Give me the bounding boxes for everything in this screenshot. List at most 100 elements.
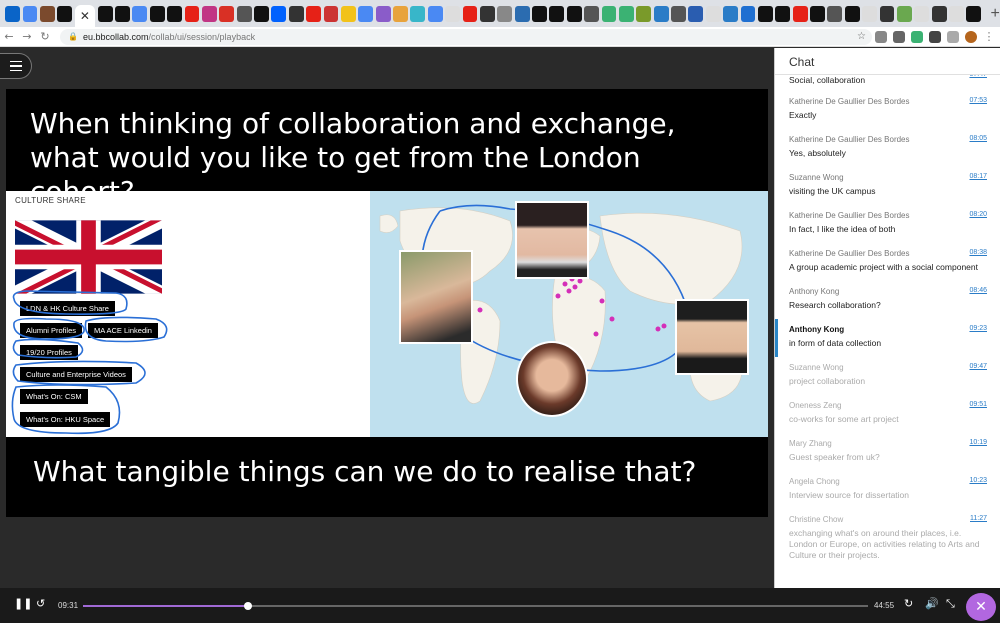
progress-handle[interactable]: [243, 602, 252, 610]
chat-timestamp-link[interactable]: 11:27: [970, 515, 987, 522]
videos-button[interactable]: Culture and Enterprise Videos: [20, 367, 132, 382]
app-icon[interactable]: [288, 5, 304, 22]
app-icon[interactable]: [775, 5, 791, 22]
google-icon[interactable]: [705, 5, 721, 22]
app-icon[interactable]: [566, 5, 582, 22]
app-icon[interactable]: [931, 5, 947, 22]
app-icon[interactable]: [584, 5, 599, 22]
app-icon[interactable]: [844, 5, 860, 22]
forward-icon[interactable]: ↻: [904, 597, 913, 610]
app-icon[interactable]: [879, 5, 895, 22]
whats-on-hku-button[interactable]: What's On: HKU Space: [20, 412, 111, 427]
app-icon[interactable]: [410, 5, 426, 22]
extension-icon[interactable]: [911, 30, 923, 43]
google-icon[interactable]: [445, 5, 460, 22]
forward-icon[interactable]: →: [18, 30, 36, 43]
alumni-profiles-button[interactable]: Alumni Profiles: [20, 323, 83, 338]
app-icon[interactable]: [618, 5, 634, 22]
app-icon[interactable]: [375, 5, 391, 22]
chat-timestamp-link[interactable]: 09:51: [969, 401, 987, 408]
address-bar[interactable]: 🔒 eu.bbcollab.com/collab/ui/session/play…: [60, 28, 872, 45]
app-icon[interactable]: [40, 5, 55, 22]
app-icon[interactable]: [740, 5, 756, 22]
app-icon[interactable]: [167, 5, 182, 22]
app-icon[interactable]: [254, 5, 269, 22]
app-icon[interactable]: [115, 5, 130, 22]
youtube-icon[interactable]: [306, 5, 321, 22]
app-icon[interactable]: [671, 5, 686, 22]
whats-on-csm-button[interactable]: What's On: CSM: [20, 389, 88, 404]
google-icon[interactable]: [862, 5, 877, 22]
rewind-icon[interactable]: ↺: [36, 597, 45, 610]
chat-timestamp-link[interactable]: 07:53: [969, 97, 987, 104]
docs-icon[interactable]: [427, 5, 443, 22]
app-icon[interactable]: [340, 5, 356, 22]
profiles-1920-button[interactable]: 19/20 Profiles: [20, 345, 78, 360]
chat-timestamp-link[interactable]: 10:19: [969, 439, 987, 446]
fullscreen-icon[interactable]: ⤡: [946, 597, 955, 611]
reload-icon[interactable]: ↻: [36, 30, 54, 43]
progress-bar[interactable]: [83, 602, 868, 610]
chat-timestamp-link[interactable]: 08:05: [969, 135, 987, 142]
app-icon[interactable]: [688, 5, 704, 22]
chat-message-list[interactable]: 07:47 Social, collaboration Katherine De G…: [775, 75, 1000, 588]
app-icon[interactable]: [97, 5, 113, 22]
extension-icon[interactable]: [875, 30, 887, 43]
app-icon[interactable]: [653, 5, 669, 22]
app-icon[interactable]: [757, 5, 773, 22]
volume-icon[interactable]: 🔊: [925, 597, 939, 610]
session-menu-button[interactable]: [0, 53, 32, 79]
app-icon[interactable]: [896, 5, 912, 22]
app-icon[interactable]: [149, 5, 165, 22]
app-icon[interactable]: [497, 5, 513, 22]
app-icon[interactable]: [323, 5, 339, 22]
gmail-icon[interactable]: [219, 5, 235, 22]
outlook-icon[interactable]: [5, 5, 21, 22]
youtube-icon[interactable]: [462, 5, 478, 22]
app-icon[interactable]: [601, 5, 617, 22]
chat-timestamp-link[interactable]: 10:23: [969, 477, 987, 484]
docs-icon[interactable]: [132, 5, 148, 22]
close-player-button[interactable]: ✕: [966, 593, 996, 621]
chat-timestamp-link[interactable]: 08:38: [969, 249, 987, 256]
youtube-icon[interactable]: [184, 5, 200, 22]
app-icon[interactable]: [393, 5, 408, 22]
linkedin-button[interactable]: MA ACE Linkedin: [88, 323, 158, 338]
app-icon[interactable]: [966, 5, 982, 22]
docs-icon[interactable]: [22, 5, 38, 22]
app-icon[interactable]: [810, 5, 825, 22]
app-icon[interactable]: [532, 5, 547, 22]
app-icon[interactable]: [57, 5, 73, 22]
chat-timestamp-link[interactable]: 09:23: [969, 325, 987, 332]
extension-icon[interactable]: [929, 30, 941, 43]
app-icon[interactable]: [636, 5, 652, 22]
browser-menu-icon[interactable]: ⋮: [980, 30, 998, 43]
app-icon[interactable]: [723, 5, 738, 22]
chat-timestamp-link[interactable]: 08:17: [969, 173, 987, 180]
google-icon[interactable]: [914, 5, 930, 22]
chat-message: Mary Zhang 10:19 Guest speaker from uk?: [775, 433, 1000, 471]
chat-timestamp-link[interactable]: 08:20: [969, 211, 987, 218]
culture-share-button[interactable]: LDN & HK Culture Share: [20, 301, 115, 316]
dropbox-icon[interactable]: [271, 5, 287, 22]
new-tab-icon[interactable]: +: [991, 5, 1000, 23]
close-tab-icon[interactable]: ✕: [74, 5, 96, 27]
app-icon[interactable]: [514, 5, 530, 22]
chat-timestamp-link[interactable]: 08:46: [969, 287, 987, 294]
bookmark-star-icon[interactable]: ☆: [857, 31, 866, 42]
profile-avatar[interactable]: [965, 30, 977, 43]
extension-icon[interactable]: [947, 30, 959, 43]
clock-icon[interactable]: [236, 5, 252, 22]
instagram-icon[interactable]: [201, 5, 217, 22]
youtube-icon[interactable]: [792, 5, 808, 22]
pause-icon[interactable]: ❚❚: [14, 597, 32, 610]
extension-icon[interactable]: [893, 30, 905, 43]
google-icon[interactable]: [949, 5, 964, 22]
back-icon[interactable]: ←: [0, 30, 18, 43]
chat-timestamp-link[interactable]: 07:47: [969, 75, 987, 78]
chat-timestamp-link[interactable]: 09:47: [969, 363, 987, 370]
app-icon[interactable]: [549, 5, 565, 22]
app-icon[interactable]: [479, 5, 495, 22]
docs-icon[interactable]: [358, 5, 374, 22]
app-icon[interactable]: [827, 5, 843, 22]
